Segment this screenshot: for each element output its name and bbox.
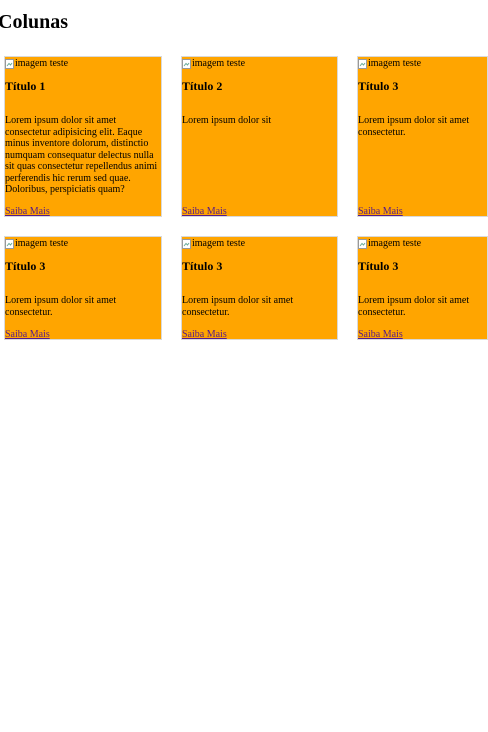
saiba-mais-link[interactable]: Saiba Mais xyxy=(358,206,403,218)
card-image: imagem teste xyxy=(358,58,421,70)
card-image-alt: imagem teste xyxy=(15,58,69,70)
saiba-mais-link[interactable]: Saiba Mais xyxy=(5,329,50,341)
card-image-alt: imagem teste xyxy=(368,238,422,250)
card-image-alt: imagem teste xyxy=(192,238,246,250)
card-image-alt: imagem teste xyxy=(15,238,69,250)
broken-image-icon xyxy=(182,239,191,249)
card-text: Lorem ipsum dolor sit xyxy=(182,115,272,126)
card-image: imagem teste xyxy=(5,58,68,70)
card-3: imagem teste Título 3 Lorem ipsum dolor … xyxy=(357,56,488,217)
saiba-mais-link[interactable]: Saiba Mais xyxy=(5,206,50,218)
card-text: Lorem ipsum dolor sit amet consectetur. xyxy=(5,295,117,318)
card-image: imagem teste xyxy=(358,238,421,250)
broken-image-icon xyxy=(5,239,14,249)
card-6: imagem teste Título 3 Lorem ipsum dolor … xyxy=(357,236,488,340)
broken-image-icon xyxy=(182,59,191,69)
card-text: Lorem ipsum dolor sit amet consectetur a… xyxy=(5,115,158,195)
broken-image-icon xyxy=(5,59,14,69)
broken-image-icon xyxy=(358,59,367,69)
card-title: Título 3 xyxy=(358,79,399,93)
card-title: Título 3 xyxy=(182,259,223,273)
card-image-alt: imagem teste xyxy=(192,58,246,70)
card-title: Título 3 xyxy=(358,259,399,273)
card-image: imagem teste xyxy=(182,238,245,250)
card-image-alt: imagem teste xyxy=(368,58,422,70)
card-2: imagem teste Título 2 Lorem ipsum dolor … xyxy=(181,56,338,217)
card-text: Lorem ipsum dolor sit amet consectetur. xyxy=(182,295,294,318)
card-title: Título 2 xyxy=(182,79,223,93)
saiba-mais-link[interactable]: Saiba Mais xyxy=(182,206,227,218)
card-text: Lorem ipsum dolor sit amet consectetur. xyxy=(358,115,470,138)
card-image: imagem teste xyxy=(182,58,245,70)
card-1: imagem teste Título 1 Lorem ipsum dolor … xyxy=(4,56,162,217)
saiba-mais-link[interactable]: Saiba Mais xyxy=(182,329,227,341)
card-title: Título 1 xyxy=(5,79,46,93)
card-4: imagem teste Título 3 Lorem ipsum dolor … xyxy=(4,236,162,340)
card-title: Título 3 xyxy=(5,259,46,273)
card-image: imagem teste xyxy=(5,238,68,250)
broken-image-icon xyxy=(358,239,367,249)
page-title: Colunas xyxy=(0,11,69,33)
card-5: imagem teste Título 3 Lorem ipsum dolor … xyxy=(181,236,338,340)
card-text: Lorem ipsum dolor sit amet consectetur. xyxy=(358,295,470,318)
saiba-mais-link[interactable]: Saiba Mais xyxy=(358,329,403,341)
